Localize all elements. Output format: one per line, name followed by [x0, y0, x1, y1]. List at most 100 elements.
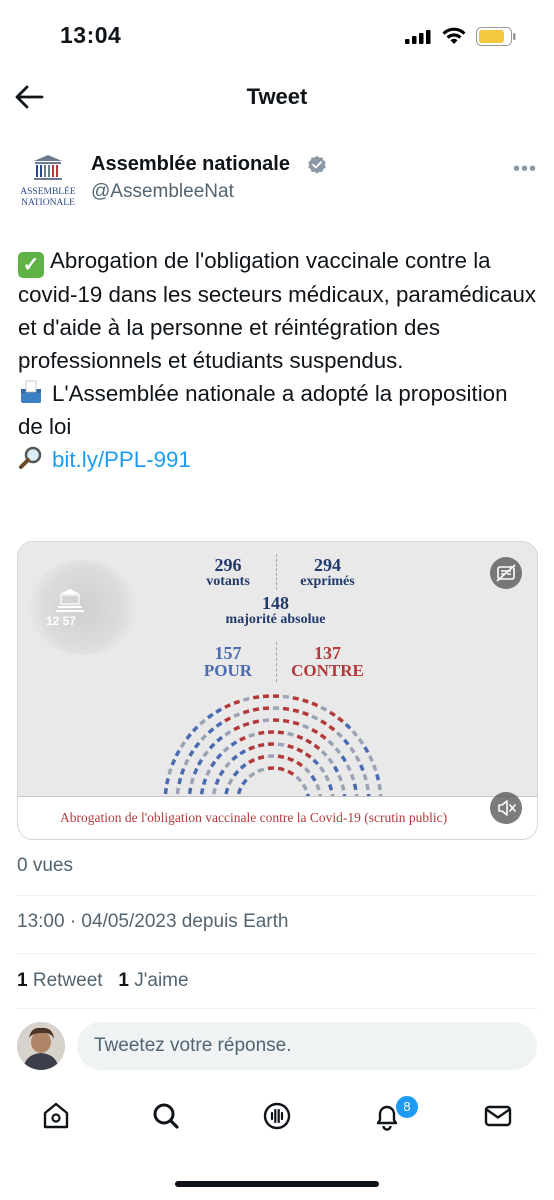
exprimes-label: exprimés: [300, 574, 355, 589]
author-avatar[interactable]: ASSEMBLÉE NATIONALE: [18, 152, 78, 208]
hemicycle-seat: [302, 698, 309, 704]
hemicycle-seat: [199, 788, 205, 795]
hemicycle-seat: [342, 738, 350, 746]
hemicycle-seat: [277, 754, 285, 760]
reply-input[interactable]: Tweetez votre réponse.: [77, 1022, 537, 1070]
messages-icon[interactable]: [483, 1101, 513, 1131]
captions-icon: [496, 564, 516, 582]
captions-toggle-button[interactable]: [490, 557, 522, 589]
hemicycle-seat: [233, 699, 241, 705]
engagement-stats: 1 Retweet 1 J'aime: [17, 970, 189, 992]
divider-top: [276, 554, 277, 590]
media-card[interactable]: 12 57 296 votants 294 exprimés 148 major…: [17, 541, 538, 840]
hemicycle-seat: [315, 783, 321, 791]
hemicycle-seat: [230, 740, 238, 747]
hemicycle-seat: [239, 749, 247, 756]
hemicycle-seat: [218, 769, 225, 777]
hemicycle-seat: [239, 763, 247, 770]
hemicycle-seat: [320, 705, 328, 712]
hemicycle-seat: [224, 730, 232, 737]
caption-bar: Abrogation de l'obligation vaccinale con…: [18, 796, 537, 839]
user-avatar[interactable]: [17, 1022, 65, 1070]
hemicycle-seat: [248, 745, 256, 751]
hemicycle-seat: [359, 764, 365, 772]
reply-placeholder: Tweetez votre réponse.: [94, 1035, 292, 1056]
retweet-label: Retweet: [32, 970, 103, 991]
exprimes-block: 294 exprimés: [280, 556, 375, 590]
wifi-icon: [442, 27, 466, 44]
hemicycle-seat: [180, 768, 186, 775]
hemicycle-seat: [170, 758, 177, 766]
hemicycle-seat: [233, 725, 241, 732]
hemicycle-seat: [205, 769, 212, 776]
exprimes-number: 294: [314, 555, 341, 575]
hemicycle-seat: [277, 742, 285, 747]
likes-link[interactable]: 1 J'aime: [118, 970, 188, 991]
hemicycle-seat: [337, 774, 343, 782]
hemicycle-seat: [312, 758, 320, 766]
hemicycle-seat: [365, 783, 370, 791]
tweet-line-2: L'Assemblée nationale a adopté la propos…: [18, 381, 508, 439]
hemicycle-seat: [372, 764, 378, 772]
hemicycle-seat: [239, 735, 246, 742]
hemicycle-seat: [163, 787, 168, 795]
mute-button[interactable]: [490, 792, 522, 824]
like-count: 1: [118, 970, 129, 991]
tweet-line-1: Abrogation de l'obligation vaccinale con…: [18, 248, 537, 373]
hemicycle-seat: [224, 703, 231, 709]
notification-badge: 8: [394, 1094, 420, 1120]
divider: [17, 895, 537, 896]
contre-block: 137 CONTRE: [280, 644, 375, 680]
hemicycle-seat: [216, 735, 224, 743]
tweet-link[interactable]: bit.ly/PPL-991: [52, 447, 191, 472]
hemicycle-seat: [363, 746, 370, 754]
cellular-signal-icon: [405, 30, 431, 44]
hemicycle-seat: [340, 755, 347, 763]
hemicycle-seat: [236, 787, 243, 795]
hemicycle-seat: [227, 778, 234, 786]
assemblee-logo-mini-icon: [56, 589, 84, 612]
battery-icon: [476, 27, 516, 46]
votants-block: 296 votants: [178, 556, 278, 590]
hemicycle-seat: [233, 712, 241, 718]
divider-bottom: [276, 642, 277, 682]
home-icon[interactable]: [41, 1101, 71, 1131]
hemicycle-seat: [175, 787, 181, 795]
hemicycle-seat: [318, 766, 326, 773]
author-handle[interactable]: @AssembleeNat: [91, 181, 234, 203]
hemicycle-seat: [349, 773, 356, 781]
like-label: J'aime: [134, 970, 189, 991]
contre-label: CONTRE: [291, 661, 364, 680]
hemicycle-seat: [351, 730, 359, 737]
search-icon[interactable]: [151, 1101, 181, 1131]
hemicycle-seat: [352, 783, 358, 791]
hemicycle-seat: [287, 756, 295, 763]
page-title: Tweet: [246, 84, 308, 109]
hemicycle-seat: [337, 716, 344, 723]
hemicycle-seat: [188, 749, 195, 757]
hemicycle-seat: [334, 747, 342, 755]
hemicycle-seat: [375, 773, 381, 781]
hemicycle-seat: [377, 783, 382, 791]
logo-text-2: NATIONALE: [21, 198, 75, 208]
hemicycle-seat: [311, 701, 319, 708]
hemicycle-seat: [311, 728, 319, 735]
hemicycle-seat: [231, 754, 238, 762]
hemicycle-seat: [328, 710, 336, 717]
author-name[interactable]: Assemblée nationale: [91, 153, 290, 176]
hemicycle-seat: [208, 742, 216, 750]
hemicycle-seat: [277, 730, 285, 735]
more-options-icon[interactable]: •••: [513, 158, 537, 181]
retweets-link[interactable]: 1 Retweet: [17, 970, 103, 991]
vote-result-video[interactable]: 12 57 296 votants 294 exprimés 148 major…: [18, 542, 537, 839]
hemicycle-seat: [327, 757, 334, 765]
majorite-block: 148 majorité absolue: [178, 594, 373, 628]
video-caption: Abrogation de l'obligation vaccinale con…: [60, 810, 448, 825]
hemicycle-seat: [324, 774, 330, 782]
hemicycle-seat: [303, 767, 311, 774]
hemicycle-seat: [207, 727, 215, 735]
hemicycle-seat: [344, 722, 352, 730]
hemicycle-seat: [199, 718, 206, 726]
hemicycle-seat: [189, 777, 195, 785]
spaces-icon[interactable]: [262, 1101, 292, 1131]
